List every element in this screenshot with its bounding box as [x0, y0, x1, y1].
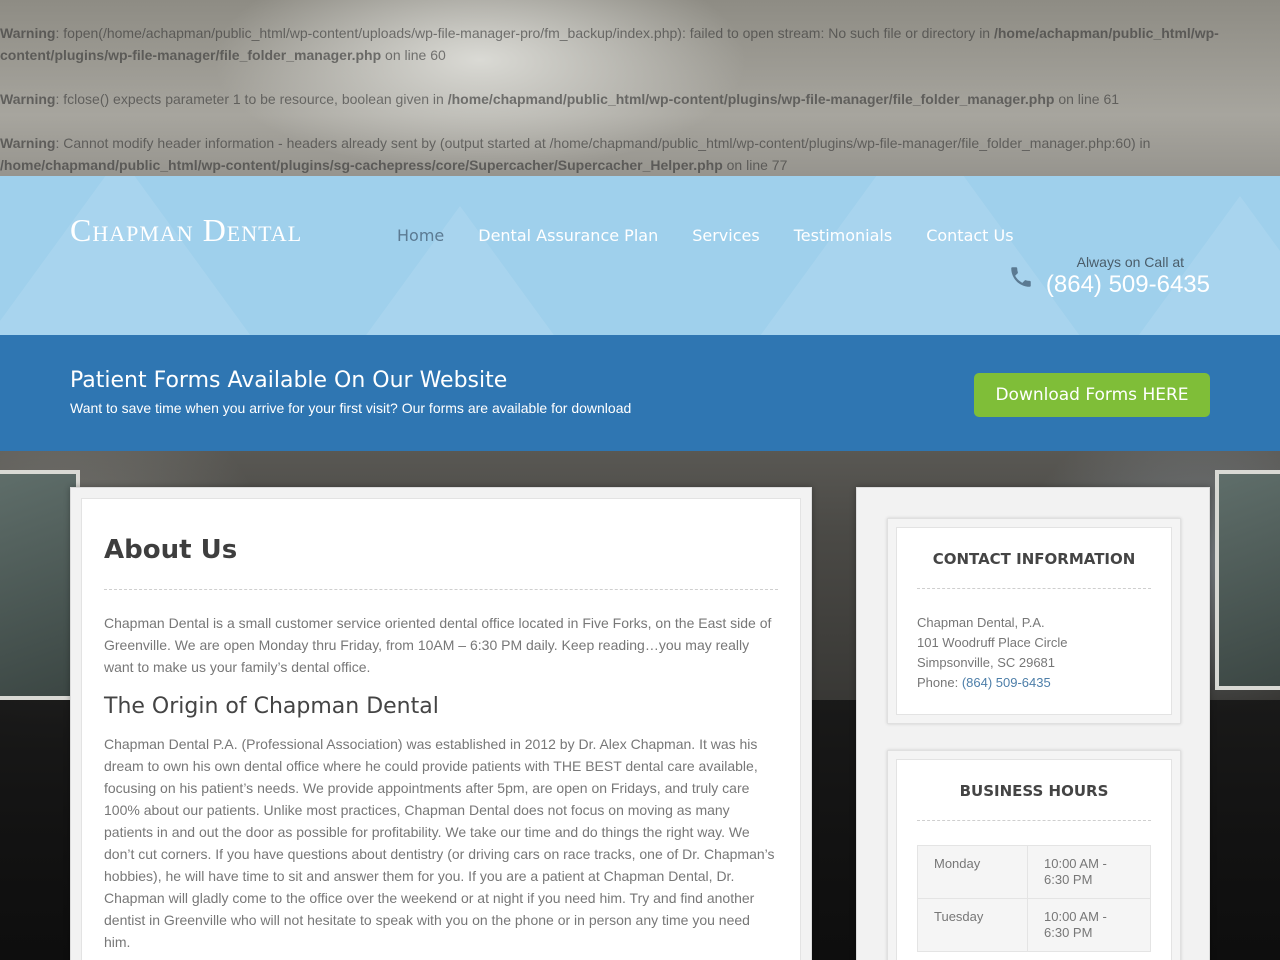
- warning-line: Warning: fopen(/home/achapman/public_htm…: [0, 25, 1219, 63]
- contact-widget-inner: CONTACT INFORMATION Chapman Dental, P.A.…: [896, 527, 1172, 715]
- hours-widget: BUSINESS HOURS Monday 10:00 AM - 6:30 PM…: [887, 750, 1181, 960]
- window-right: [1215, 470, 1280, 690]
- header-decoration: [760, 176, 1080, 335]
- contact-phone-row: Phone: (864) 509-6435: [917, 673, 1151, 693]
- about-content: About Us Chapman Dental is a small custo…: [81, 498, 801, 960]
- header-decoration: [0, 176, 280, 335]
- site-header: Chapman Dental Home Dental Assurance Pla…: [0, 176, 1280, 335]
- php-warnings: Warning: fopen(/home/achapman/public_htm…: [0, 22, 1280, 198]
- origin-heading: The Origin of Chapman Dental: [104, 694, 439, 719]
- hours-day: Monday: [917, 845, 1028, 899]
- nav-testimonials[interactable]: Testimonials: [794, 226, 893, 245]
- contact-city: Simpsonville, SC 29681: [917, 655, 1056, 670]
- hours-day: Tuesday: [917, 898, 1028, 952]
- contact-widget-title: CONTACT INFORMATION: [917, 550, 1151, 589]
- contact-details: Chapman Dental, P.A. 101 Woodruff Place …: [917, 613, 1151, 693]
- main-nav: Home Dental Assurance Plan Services Test…: [397, 226, 1048, 245]
- hours-time: 10:00 AM - 6:30 PM: [1027, 898, 1151, 952]
- origin-paragraph: Chapman Dental P.A. (Professional Associ…: [104, 736, 775, 950]
- download-forms-button[interactable]: Download Forms HERE: [974, 373, 1210, 417]
- contact-phone-link[interactable]: (864) 509-6435: [962, 675, 1051, 690]
- contact-name: Chapman Dental, P.A.: [917, 615, 1045, 630]
- hours-table: Monday 10:00 AM - 6:30 PM Tuesday 10:00 …: [917, 845, 1151, 952]
- nav-home[interactable]: Home: [397, 226, 444, 245]
- contact-widget: CONTACT INFORMATION Chapman Dental, P.A.…: [887, 518, 1181, 724]
- page-title: About Us: [104, 535, 778, 590]
- intro-paragraph: Chapman Dental is a small customer servi…: [104, 615, 772, 675]
- sidebar: CONTACT INFORMATION Chapman Dental, P.A.…: [856, 487, 1210, 960]
- header-phone-number[interactable]: (864) 509-6435: [1046, 271, 1210, 299]
- nav-contact-us[interactable]: Contact Us: [926, 226, 1013, 245]
- phone-icon: [1011, 267, 1031, 287]
- warning-line: Warning: Cannot modify header informatio…: [0, 135, 1151, 173]
- site-logo[interactable]: Chapman Dental: [70, 212, 302, 249]
- nav-dental-assurance-plan[interactable]: Dental Assurance Plan: [478, 226, 658, 245]
- call-info: Always on Call at (864) 509-6435: [1046, 254, 1210, 299]
- warning-line: Warning: fclose() expects parameter 1 to…: [0, 91, 1120, 107]
- contact-phone-label: Phone:: [917, 675, 962, 690]
- forms-bar-title: Patient Forms Available On Our Website: [70, 368, 508, 393]
- table-row: Tuesday 10:00 AM - 6:30 PM: [917, 898, 1151, 952]
- table-row: Monday 10:00 AM - 6:30 PM: [917, 845, 1151, 899]
- forms-bar-subtitle: Want to save time when you arrive for yo…: [70, 400, 632, 416]
- about-card: About Us Chapman Dental is a small custo…: [70, 487, 812, 960]
- hours-time: 10:00 AM - 6:30 PM: [1027, 845, 1151, 899]
- call-label: Always on Call at: [1076, 254, 1184, 270]
- contact-street: 101 Woodruff Place Circle: [917, 635, 1068, 650]
- patient-forms-bar: Patient Forms Available On Our Website W…: [0, 335, 1280, 451]
- hours-widget-title: BUSINESS HOURS: [917, 782, 1151, 821]
- hours-widget-inner: BUSINESS HOURS Monday 10:00 AM - 6:30 PM…: [896, 759, 1172, 960]
- nav-services[interactable]: Services: [692, 226, 759, 245]
- window-left: [0, 470, 80, 700]
